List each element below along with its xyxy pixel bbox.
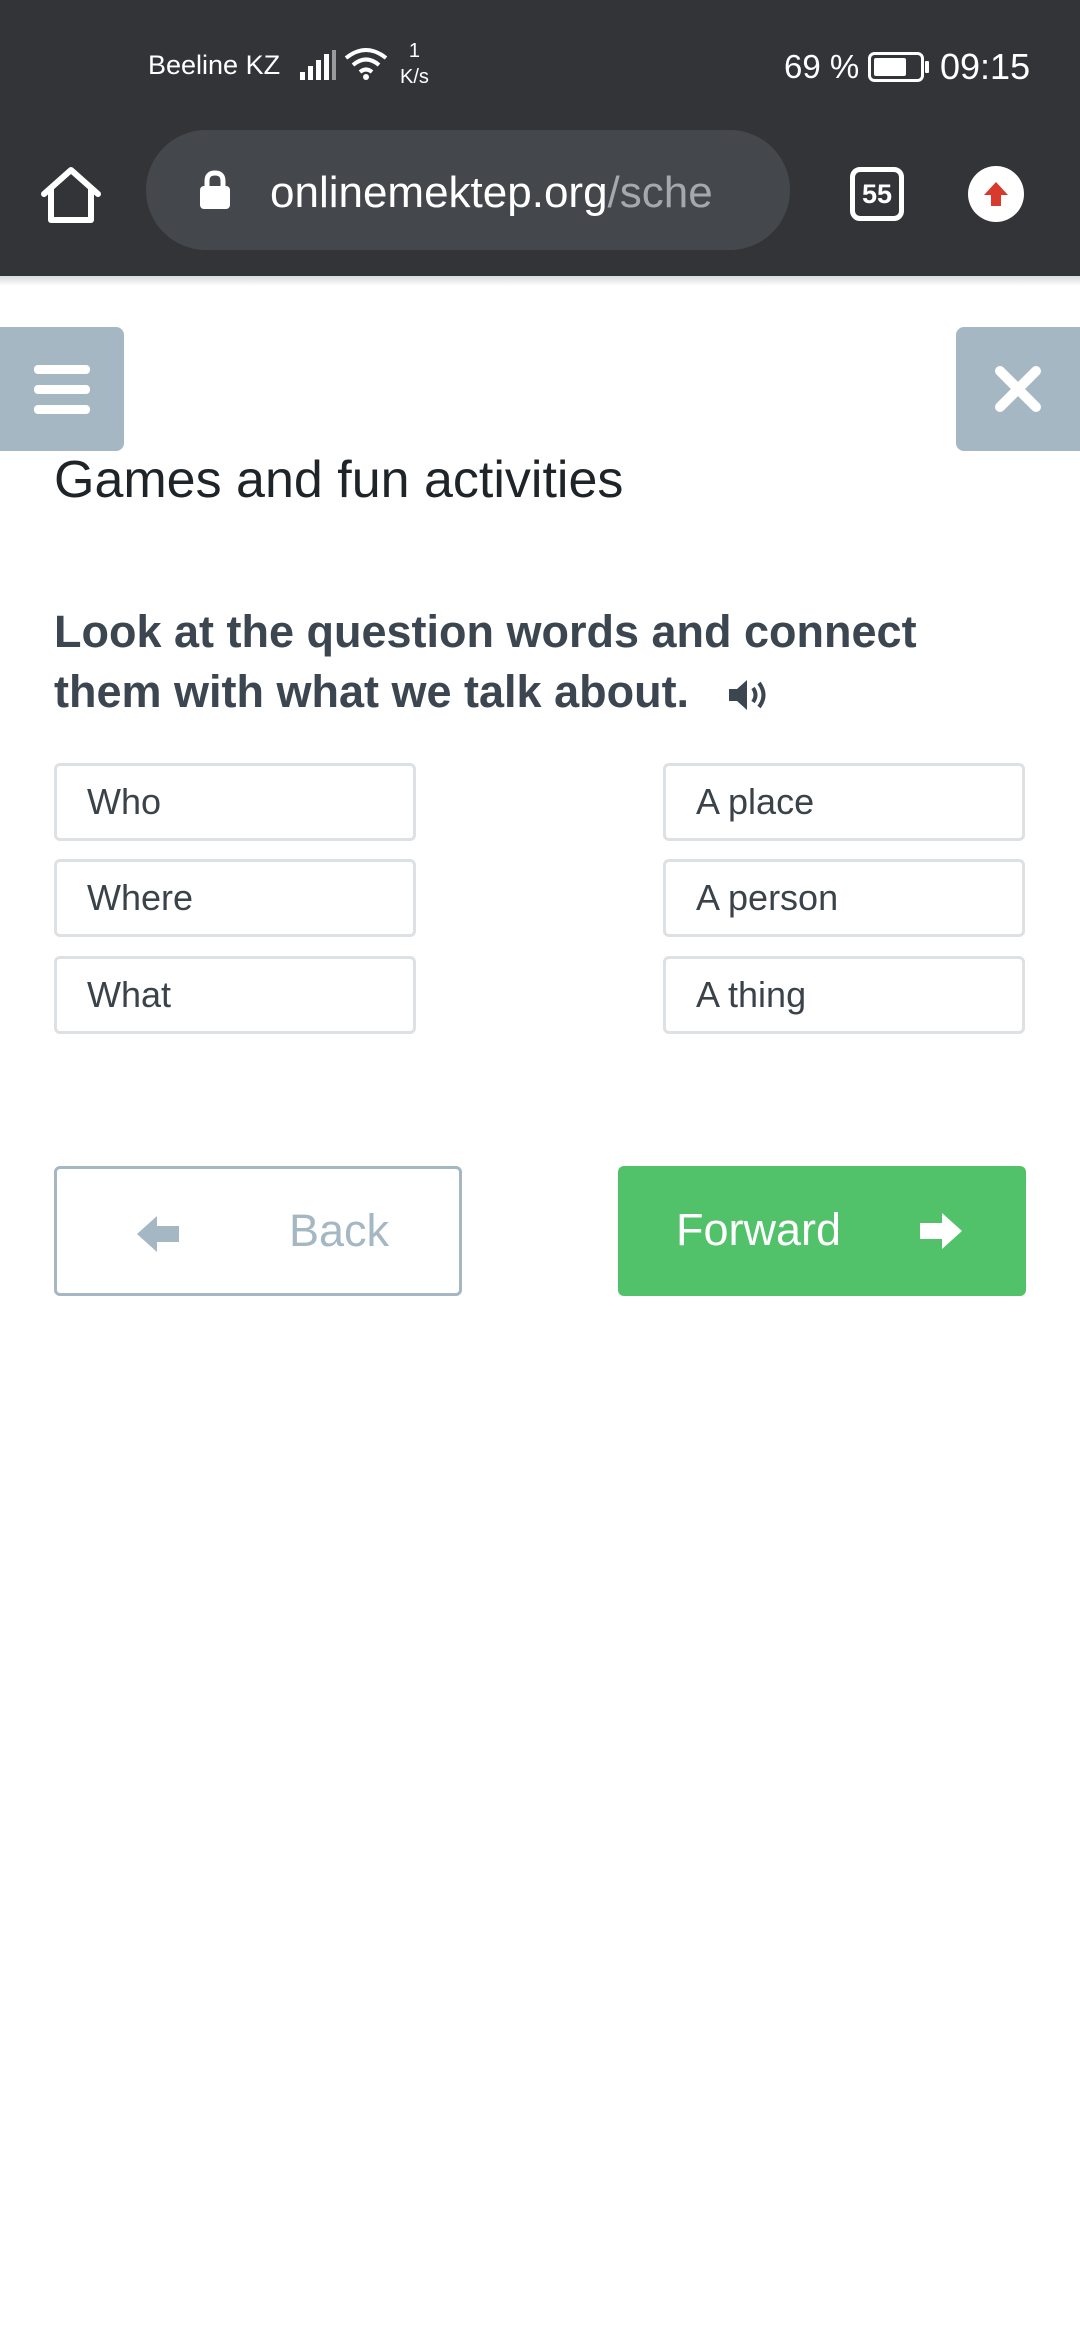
close-icon <box>995 366 1041 412</box>
arrow-left-icon <box>137 1216 179 1252</box>
menu-icon-bar <box>34 405 90 414</box>
back-button[interactable]: Back <box>54 1166 462 1296</box>
question-label: Look at the question words and connect t… <box>54 606 917 717</box>
address-bar[interactable]: onlinemektep.org/sche <box>146 130 790 250</box>
question-text: Look at the question words and connect t… <box>54 602 954 722</box>
match-left-what[interactable]: What <box>54 956 416 1034</box>
network-speed-unit: K/s <box>400 66 429 88</box>
signal-icon <box>300 50 336 80</box>
lock-icon <box>200 170 230 209</box>
menu-icon-bar <box>34 385 90 394</box>
wifi-icon <box>344 48 388 80</box>
battery-icon <box>868 52 929 82</box>
menu-button[interactable] <box>0 327 124 451</box>
match-right-a-person[interactable]: A person <box>663 859 1025 937</box>
url-text: onlinemektep.org/sche <box>270 168 713 218</box>
match-left-who[interactable]: Who <box>54 763 416 841</box>
clock: 09:15 <box>940 46 1031 87</box>
network-speed: 1 K/s <box>400 38 429 90</box>
forward-label: Forward <box>676 1204 842 1255</box>
home-icon[interactable] <box>38 162 104 228</box>
match-right-a-place[interactable]: A place <box>663 763 1025 841</box>
arrow-right-icon <box>920 1213 962 1249</box>
network-speed-value: 1 <box>408 40 421 62</box>
match-right-a-thing[interactable]: A thing <box>663 956 1025 1034</box>
menu-icon-bar <box>34 365 90 374</box>
update-button[interactable] <box>968 166 1024 222</box>
toolbar-shadow <box>0 276 1080 286</box>
url-path: /sche <box>607 168 713 217</box>
back-label: Back <box>289 1205 390 1256</box>
match-left-where[interactable]: Where <box>54 859 416 937</box>
browser-toolbar: onlinemektep.org/sche 55 <box>0 120 1080 276</box>
carrier-name: Beeline KZ <box>148 50 281 80</box>
page-title: Games and fun activities <box>54 451 624 509</box>
url-host: onlinemektep.org <box>270 168 608 217</box>
battery-percent: 69 % <box>784 48 860 85</box>
status-bar: Beeline KZ 1 K/s 69 % 09:15 <box>0 0 1080 120</box>
close-button[interactable] <box>956 327 1080 451</box>
tabs-button[interactable]: 55 <box>850 167 904 221</box>
update-icon <box>984 182 1008 206</box>
forward-button[interactable]: Forward <box>618 1166 1026 1296</box>
speaker-icon[interactable] <box>727 677 771 713</box>
